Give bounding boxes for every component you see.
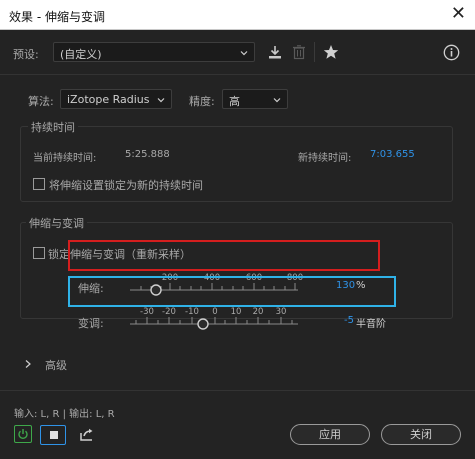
pitch-tick-label: 20 <box>253 307 264 317</box>
pitch-slider[interactable]: -30 -20 -10 0 10 20 30 <box>128 303 304 333</box>
power-icon <box>18 429 28 440</box>
precision-value: 高 <box>229 95 240 108</box>
title-bar: 效果 - 伸缩与变调 ✕ <box>0 0 475 30</box>
pitch-tick-label: -30 <box>140 307 154 317</box>
pitch-unit: 半音阶 <box>356 319 386 330</box>
toolbar-divider <box>314 42 315 62</box>
algorithm-value: iZotope Radius <box>67 93 150 106</box>
pitch-value[interactable]: -5 <box>344 315 354 326</box>
preset-value: (自定义) <box>60 48 102 61</box>
pitch-tick-label: 10 <box>231 307 242 317</box>
pitch-slider-thumb <box>197 318 209 330</box>
stretch-pitch-group-title: 伸缩与变调 <box>26 215 87 231</box>
close-icon[interactable]: ✕ <box>451 4 466 24</box>
pitch-tick-label: 30 <box>276 307 287 317</box>
download-icon[interactable] <box>267 44 283 60</box>
preset-label: 预设: <box>13 48 39 61</box>
apply-button[interactable]: 应用 <box>290 424 370 445</box>
pitch-tick-label: -20 <box>162 307 176 317</box>
pitch-label: 变调: <box>78 317 104 330</box>
lock-stretch-pitch-checkbox[interactable] <box>33 247 45 259</box>
window-title: 效果 - 伸缩与变调 <box>9 10 105 24</box>
lock-duration-checkbox[interactable] <box>33 178 45 190</box>
new-duration-label: 新持续时间: <box>298 153 352 164</box>
stop-button[interactable] <box>40 425 66 445</box>
stretch-highlight <box>68 240 380 271</box>
chevron-down-icon <box>240 51 248 56</box>
lock-duration-label: 将伸缩设置锁定为新的持续时间 <box>49 179 203 192</box>
pitch-tick-label: -10 <box>185 307 199 317</box>
chevron-down-icon <box>157 98 165 103</box>
export-icon[interactable] <box>79 428 95 442</box>
duration-group-title: 持续时间 <box>28 119 78 135</box>
separator <box>0 390 475 391</box>
star-icon[interactable] <box>323 44 339 60</box>
current-duration-label: 当前持续时间: <box>33 153 97 164</box>
trash-icon[interactable] <box>291 44 307 60</box>
chevron-right-icon[interactable] <box>24 359 32 369</box>
advanced-toggle[interactable]: 高级 <box>45 357 67 373</box>
precision-select[interactable]: 高 <box>222 89 288 109</box>
preset-select[interactable]: (自定义) <box>53 42 255 62</box>
new-duration-value[interactable]: 7:03.655 <box>370 149 415 160</box>
power-button[interactable] <box>14 425 32 443</box>
current-duration-value: 5:25.888 <box>125 149 170 160</box>
algorithm-select[interactable]: iZotope Radius <box>60 89 172 109</box>
chevron-down-icon <box>273 98 281 103</box>
precision-label: 精度: <box>189 95 215 108</box>
pitch-tick-label: 0 <box>212 307 217 317</box>
io-label: 输入: L, R | 输出: L, R <box>14 409 115 420</box>
info-icon[interactable] <box>443 44 460 61</box>
close-button[interactable]: 关闭 <box>381 424 461 445</box>
separator <box>0 74 475 75</box>
algorithm-label: 算法: <box>28 95 54 108</box>
stop-icon <box>50 431 58 439</box>
